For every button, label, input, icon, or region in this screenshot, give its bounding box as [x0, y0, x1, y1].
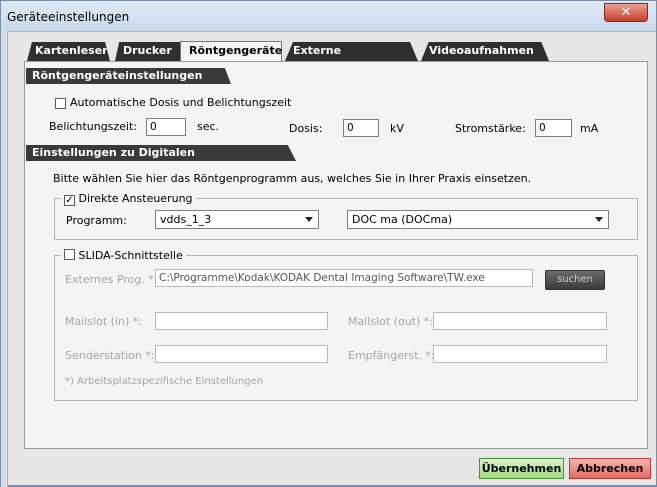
- direkte-ansteuerung-legend: ✓ Direkte Ansteuerung: [61, 192, 196, 206]
- programm-select[interactable]: vdds_1_3: [155, 210, 319, 229]
- belichtungszeit-input[interactable]: 0: [146, 118, 186, 136]
- abbrechen-button[interactable]: Abbrechen: [569, 458, 651, 479]
- tab-drucker[interactable]: Drucker: [115, 42, 185, 61]
- senderstation-label: Senderstation *:: [65, 349, 155, 362]
- title-bar[interactable]: Geräteeinstellungen ✕: [1, 1, 656, 32]
- empfaengerst-input[interactable]: [433, 345, 607, 363]
- auto-dose-label: Automatische Dosis und Belichtungszeit: [70, 96, 292, 109]
- empfaengerst-label: Empfängerst. *:: [348, 349, 435, 362]
- doc-system-select[interactable]: DOC ma (DOCma): [347, 210, 609, 229]
- close-button[interactable]: ✕: [604, 3, 648, 22]
- suchen-button[interactable]: suchen: [545, 270, 605, 290]
- mailslot-in-input[interactable]: [155, 312, 328, 330]
- stromstaerke-unit: mA: [580, 122, 599, 135]
- close-icon: ✕: [620, 5, 632, 20]
- mailslot-in-label: Mailslot (in) *:: [65, 315, 142, 328]
- slida-checkbox[interactable]: [64, 249, 75, 260]
- chevron-down-icon[interactable]: [595, 217, 603, 222]
- programm-select-value: vdds_1_3: [160, 213, 212, 226]
- programm-label: Programm:: [66, 214, 127, 227]
- section-header-roentgen: Röntgengeräteinstellungen: [26, 68, 231, 84]
- dosis-unit: kV: [390, 122, 404, 135]
- tab-roentgengeraete[interactable]: Röntgengeräte: [180, 41, 282, 61]
- slida-legend: SLIDA-Schnittstelle: [61, 249, 186, 262]
- doc-system-select-value: DOC ma (DOCma): [352, 213, 453, 226]
- mailslot-out-input[interactable]: [433, 312, 607, 330]
- check-icon: ✓: [65, 195, 74, 206]
- tab-panel: Röntgengeräteinstellungen Automatische D…: [24, 61, 648, 449]
- mailslot-out-label: Mailslot (out) *:: [348, 315, 433, 328]
- tab-externe-programme[interactable]: Externe Programme: [285, 42, 418, 61]
- slida-label: SLIDA-Schnittstelle: [78, 249, 183, 262]
- window-frame-edge: [1, 31, 8, 487]
- auto-dose-checkbox[interactable]: [55, 98, 66, 109]
- section-header-digital: Einstellungen zu Digitalen Röntgensystem…: [26, 145, 296, 161]
- direkte-ansteuerung-label: Direkte Ansteuerung: [78, 192, 193, 205]
- externes-prog-input[interactable]: C:\Programme\Kodak\KODAK Dental Imaging …: [155, 269, 533, 287]
- settings-window: Geräteeinstellungen ✕ Kartenleser Drucke…: [0, 0, 657, 487]
- info-text: Bitte wählen Sie hier das Röntgenprogram…: [53, 172, 532, 185]
- senderstation-input[interactable]: [155, 345, 328, 363]
- stromstaerke-label: Stromstärke:: [455, 122, 526, 135]
- externes-prog-label: Externes Prog. *:: [65, 273, 158, 286]
- dosis-input[interactable]: 0: [343, 119, 379, 137]
- tab-kartenleser[interactable]: Kartenleser: [27, 42, 110, 61]
- uebernehmen-button[interactable]: Übernehmen: [479, 458, 564, 479]
- belichtungszeit-label: Belichtungszeit:: [49, 120, 138, 133]
- window-title: Geräteeinstellungen: [7, 10, 130, 24]
- dosis-label: Dosis:: [289, 122, 323, 135]
- stromstaerke-input[interactable]: 0: [535, 119, 572, 137]
- direkte-ansteuerung-checkbox[interactable]: ✓: [64, 195, 75, 206]
- tab-videoaufnahmen[interactable]: Videoaufnahmen: [421, 42, 549, 61]
- chevron-down-icon[interactable]: [305, 217, 313, 222]
- footnote: *) Arbeitsplatzspezifische Einstellungen: [65, 376, 264, 387]
- belichtungszeit-unit: sec.: [197, 120, 220, 133]
